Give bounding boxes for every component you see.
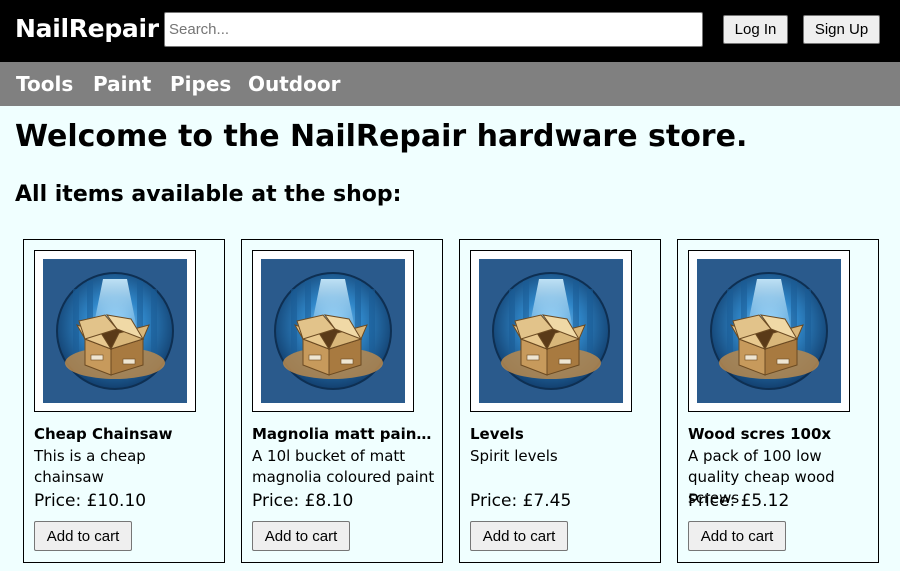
add-to-cart-button[interactable]: Add to cart xyxy=(470,521,568,551)
nav-item-pipes[interactable]: Pipes xyxy=(170,72,231,96)
login-button[interactable]: Log In xyxy=(723,15,788,44)
product-price: Price: £5.12 xyxy=(688,491,790,511)
product-name[interactable]: Wood scres 100x xyxy=(688,425,868,443)
product-name[interactable]: Cheap Chainsaw xyxy=(34,425,214,443)
package-box-icon xyxy=(697,259,841,403)
add-to-cart-button[interactable]: Add to cart xyxy=(252,521,350,551)
package-box-icon xyxy=(261,259,405,403)
product-name[interactable]: Levels xyxy=(470,425,650,443)
product-card: Wood scres 100x A pack of 100 low qualit… xyxy=(677,239,879,563)
nav-item-tools[interactable]: Tools xyxy=(16,72,73,96)
add-to-cart-button[interactable]: Add to cart xyxy=(688,521,786,551)
product-description: This is a cheap chainsaw xyxy=(34,447,146,486)
product-image[interactable] xyxy=(688,250,850,412)
product-card: Levels Spirit levels Price: £7.45 Add to… xyxy=(459,239,661,563)
product-card: Cheap Chainsaw This is a cheap chainsaw … xyxy=(23,239,225,563)
category-nav: Tools Paint Pipes Outdoor xyxy=(0,62,900,106)
product-image[interactable] xyxy=(470,250,632,412)
product-card: Magnolia matt paint 10l A 10l bucket of … xyxy=(241,239,443,563)
product-name[interactable]: Magnolia matt paint 10l xyxy=(252,425,432,443)
section-heading: All items available at the shop: xyxy=(15,182,402,207)
nav-item-paint[interactable]: Paint xyxy=(93,72,151,96)
add-to-cart-button[interactable]: Add to cart xyxy=(34,521,132,551)
search-input[interactable] xyxy=(164,12,703,47)
product-image[interactable] xyxy=(34,250,196,412)
product-description: A 10l bucket of matt magnolia coloured p… xyxy=(252,447,435,486)
page-title: Welcome to the NailRepair hardware store… xyxy=(15,119,748,154)
product-price: Price: £7.45 xyxy=(470,491,572,511)
nav-item-outdoor[interactable]: Outdoor xyxy=(248,72,340,96)
product-price: Price: £8.10 xyxy=(252,491,354,511)
brand-logo[interactable]: NailRepair xyxy=(15,14,159,43)
product-price: Price: £10.10 xyxy=(34,491,147,511)
product-description: Spirit levels xyxy=(470,447,558,465)
package-box-icon xyxy=(43,259,187,403)
signup-button[interactable]: Sign Up xyxy=(803,15,880,44)
package-box-icon xyxy=(479,259,623,403)
product-image[interactable] xyxy=(252,250,414,412)
top-bar: NailRepair Log In Sign Up xyxy=(0,0,900,62)
